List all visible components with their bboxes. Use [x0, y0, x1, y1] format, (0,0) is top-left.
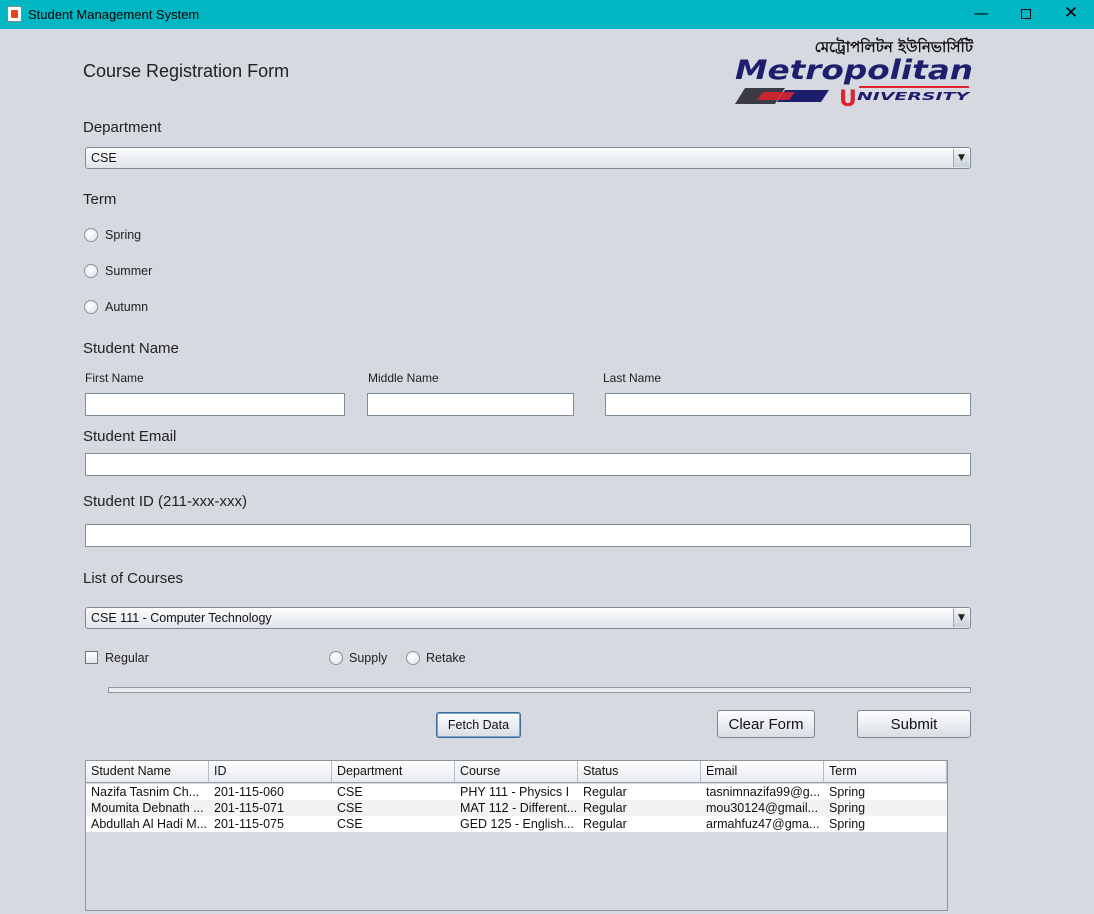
table-row[interactable]: Moumita Debnath ... 201-115-071 CSE MAT … [86, 800, 947, 816]
retake-radio[interactable] [406, 651, 420, 665]
logo-bangla-text: মেট্রোপলিটন ইউনিভার্সিটি [815, 37, 974, 56]
metropolitan-university-logo: মেট্রোপলিটন ইউনিভার্সিটি Metropolitan U … [735, 37, 974, 108]
col-status[interactable]: Status [578, 761, 701, 782]
student-id-label: Student ID (211-xxx-xxx) [83, 493, 247, 510]
col-id[interactable]: ID [209, 761, 332, 782]
progress-bar [108, 687, 971, 693]
cell-email: armahfuz47@gma... [706, 817, 820, 831]
col-department[interactable]: Department [332, 761, 455, 782]
col-term[interactable]: Term [824, 761, 947, 782]
department-label: Department [83, 119, 162, 136]
term-summer-radio[interactable] [84, 264, 98, 278]
supply-radio[interactable] [329, 651, 343, 665]
cell-department: CSE [337, 817, 363, 831]
registrations-table: Student Name ID Department Course Status… [85, 760, 948, 911]
student-name-label: Student Name [83, 340, 179, 357]
middle-name-field[interactable] [367, 393, 574, 416]
regular-label: Regular [105, 651, 149, 665]
table-row[interactable]: Nazifa Tasnim Ch... 201-115-060 CSE PHY … [86, 784, 947, 800]
submit-button[interactable]: Submit [857, 710, 971, 738]
cell-id: 201-115-071 [214, 801, 284, 815]
department-selected-value: CSE [91, 151, 117, 165]
cell-status: Regular [583, 801, 627, 815]
term-summer-label: Summer [105, 264, 153, 278]
form-heading: Course Registration Form [83, 61, 290, 81]
student-email-field[interactable] [85, 453, 971, 476]
department-combobox[interactable]: CSE ▼ [85, 147, 971, 169]
window-titlebar: Student Management System — ✕ [0, 0, 1094, 29]
cell-student-name: Abdullah Al Hadi M... [91, 817, 208, 831]
table-row[interactable]: Abdullah Al Hadi M... 201-115-075 CSE GE… [86, 816, 947, 832]
course-selected-value: CSE 111 - Computer Technology [91, 611, 272, 625]
cell-email: tasnimnazifa99@g... [706, 785, 821, 799]
term-spring-label: Spring [105, 228, 142, 242]
list-of-courses-label: List of Courses [83, 570, 184, 587]
cell-course: PHY 111 - Physics I [460, 785, 570, 799]
clear-form-button[interactable]: Clear Form [717, 710, 815, 738]
cell-id: 201-115-075 [214, 817, 284, 831]
student-email-label: Student Email [83, 428, 177, 445]
retake-label: Retake [426, 651, 466, 665]
chevron-down-icon[interactable]: ▼ [953, 149, 969, 167]
col-course[interactable]: Course [455, 761, 578, 782]
cell-course: GED 125 - English... [460, 817, 574, 831]
cell-email: mou30124@gmail... [706, 801, 819, 815]
logo-wordmark: Metropolitan [735, 55, 973, 86]
first-name-label: First Name [85, 371, 144, 385]
courses-combobox[interactable]: CSE 111 - Computer Technology ▼ [85, 607, 971, 629]
cell-status: Regular [583, 817, 627, 831]
cell-term: Spring [829, 817, 866, 831]
last-name-label: Last Name [603, 371, 662, 385]
chevron-down-icon[interactable]: ▼ [953, 609, 969, 627]
term-spring-radio[interactable] [84, 228, 98, 242]
cell-id: 201-115-060 [214, 785, 284, 799]
cell-term: Spring [829, 801, 866, 815]
window-title: Student Management System [28, 7, 200, 22]
cell-student-name: Nazifa Tasnim Ch... [91, 785, 200, 799]
cell-department: CSE [337, 785, 363, 799]
middle-name-label: Middle Name [368, 371, 439, 385]
close-button[interactable]: ✕ [1048, 0, 1094, 29]
maximize-icon [1021, 9, 1031, 19]
maximize-button[interactable] [1003, 0, 1049, 29]
logo-stripe-red [757, 92, 795, 100]
cell-status: Regular [583, 785, 627, 799]
table-header: Student Name ID Department Course Status… [86, 761, 947, 783]
cell-student-name: Moumita Debnath ... [91, 801, 204, 815]
col-email[interactable]: Email [701, 761, 824, 782]
cell-course: MAT 112 - Different... [460, 801, 578, 815]
term-autumn-radio[interactable] [84, 300, 98, 314]
fetch-data-button[interactable]: Fetch Data [436, 712, 521, 738]
cell-term: Spring [829, 785, 866, 799]
regular-checkbox[interactable] [85, 651, 98, 664]
logo-university-text: NIVERSITY [857, 90, 971, 103]
minimize-button[interactable]: — [958, 0, 1004, 29]
logo-u-initial: U [839, 87, 857, 108]
col-student-name[interactable]: Student Name [86, 761, 209, 782]
cell-department: CSE [337, 801, 363, 815]
java-app-icon [7, 6, 22, 22]
student-id-field[interactable] [85, 524, 971, 547]
last-name-field[interactable] [605, 393, 971, 416]
term-label: Term [83, 191, 117, 208]
term-autumn-label: Autumn [105, 300, 149, 314]
supply-label: Supply [349, 651, 388, 665]
first-name-field[interactable] [85, 393, 345, 416]
